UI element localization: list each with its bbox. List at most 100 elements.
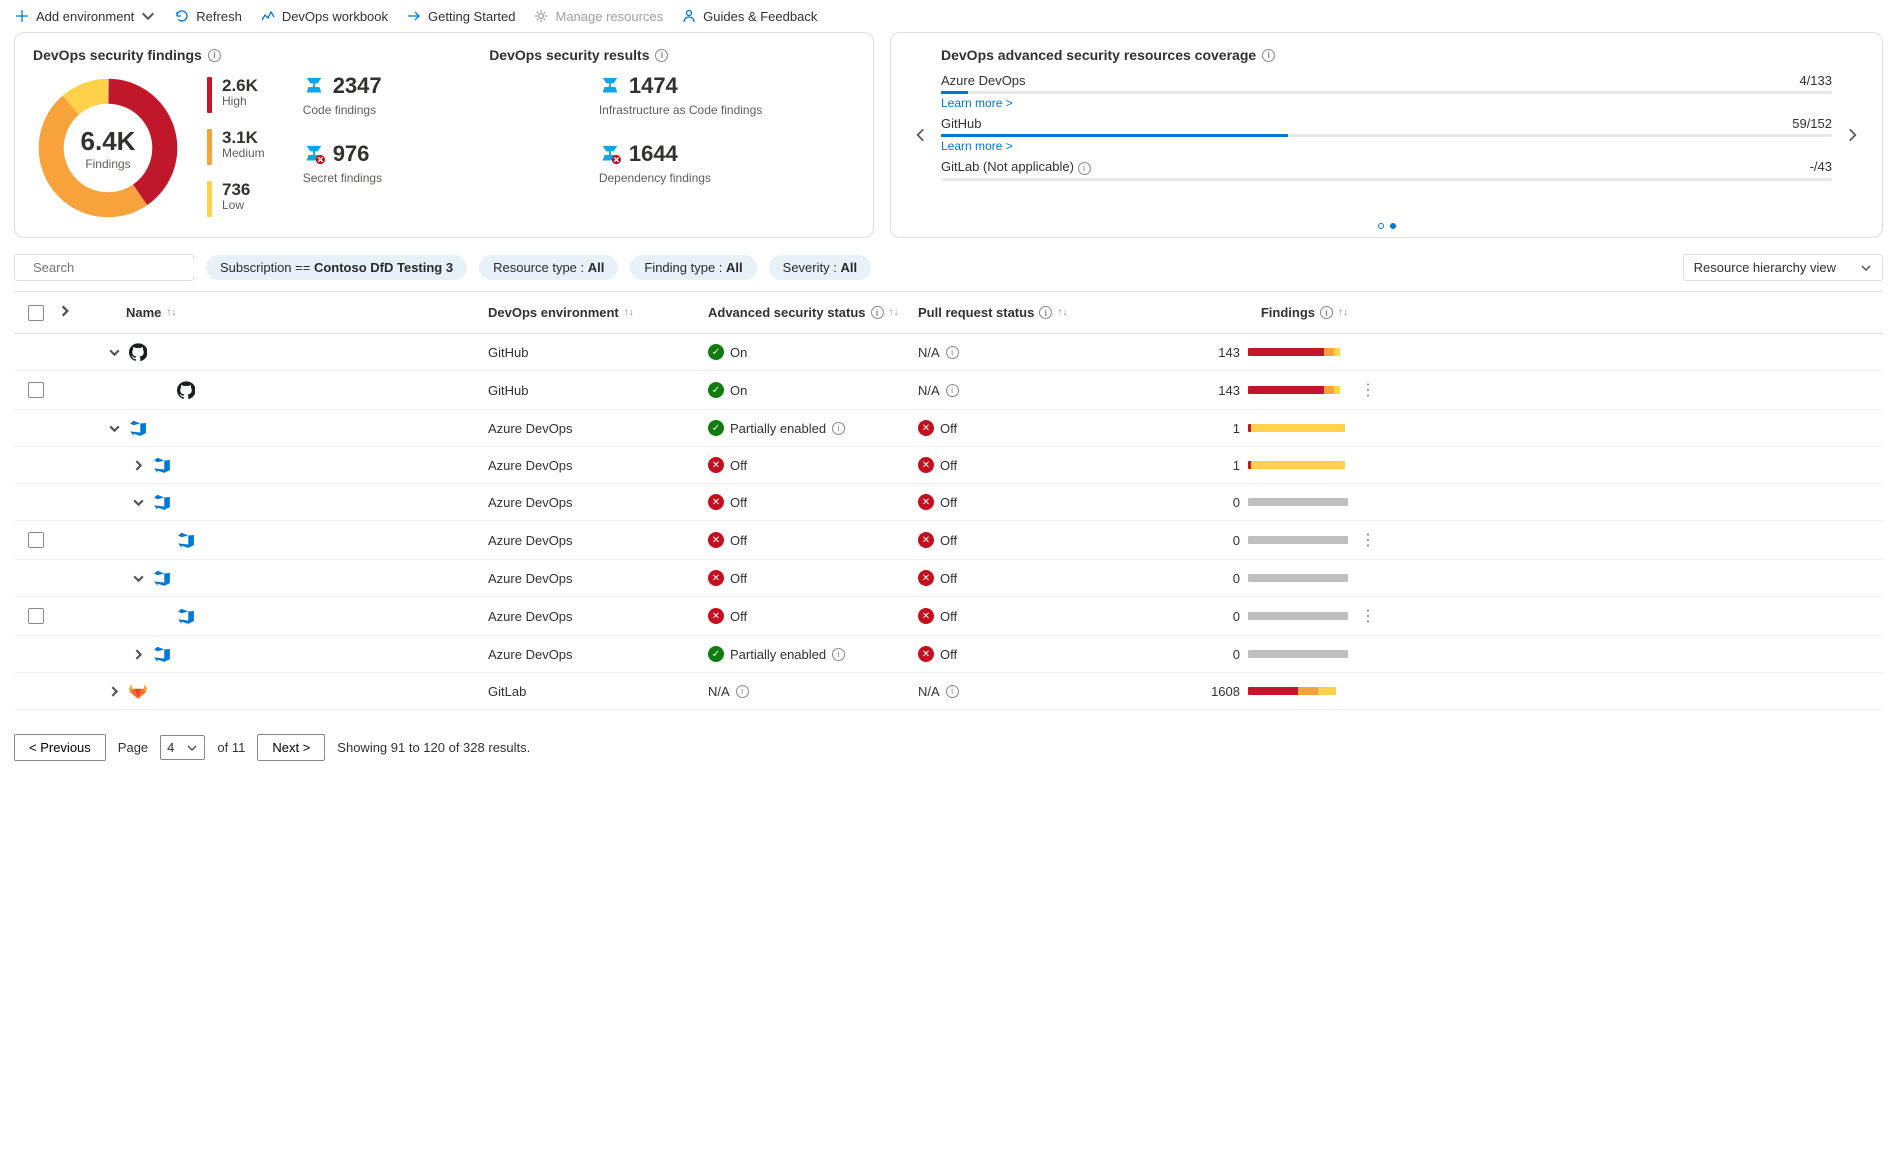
info-icon[interactable]: i: [832, 648, 845, 661]
carousel-next-button[interactable]: [1840, 126, 1864, 144]
info-icon[interactable]: i: [946, 346, 959, 359]
filter-chip-resource-type[interactable]: Resource type : All: [479, 255, 618, 280]
col-findings[interactable]: Findings: [1261, 305, 1315, 320]
row-more-button[interactable]: ⋮: [1348, 530, 1388, 550]
col-pr-status[interactable]: Pull request status: [918, 305, 1034, 320]
table-row[interactable]: Azure DevOps ✕Off ✕Off 1: [14, 447, 1883, 484]
legend-label: High: [222, 94, 258, 108]
legend-value: 736: [222, 181, 250, 198]
gitlab-icon: [129, 682, 147, 700]
col-adv-status[interactable]: Advanced security status: [708, 305, 866, 320]
refresh-button[interactable]: Refresh: [174, 8, 242, 24]
chevron-down-icon[interactable]: [108, 346, 121, 359]
row-findings-count: 0: [1204, 533, 1240, 548]
status-cell: ✕Off: [708, 608, 918, 624]
learn-more-link[interactable]: Learn more >: [941, 139, 1013, 153]
info-icon[interactable]: i: [832, 422, 845, 435]
search-box[interactable]: [14, 254, 194, 281]
chevron-right-icon[interactable]: [132, 648, 145, 661]
table-row[interactable]: Azure DevOps ✕Off ✕Off 0: [14, 560, 1883, 597]
result-tile[interactable]: 2347 Code findings: [303, 73, 559, 117]
info-icon[interactable]: i: [946, 685, 959, 698]
azure-devops-icon: [153, 569, 171, 587]
row-checkbox[interactable]: [28, 608, 44, 624]
status-cell: N/A i: [708, 684, 918, 699]
result-tile[interactable]: 1474 Infrastructure as Code findings: [599, 73, 855, 117]
coverage-row: Azure DevOps4/133 Learn more >: [941, 73, 1832, 110]
table-row[interactable]: Azure DevOps ✓Partially enabled i ✕Off 1: [14, 410, 1883, 447]
info-icon[interactable]: i: [946, 384, 959, 397]
carousel-dots: [1378, 223, 1396, 229]
row-name-cell: [88, 645, 488, 663]
view-selector[interactable]: Resource hierarchy view: [1683, 254, 1883, 281]
status-icon: ✕: [918, 494, 934, 510]
coverage-title-row: DevOps advanced security resources cover…: [941, 47, 1832, 63]
info-icon[interactable]: i: [1320, 306, 1333, 319]
guides-feedback-button[interactable]: Guides & Feedback: [681, 8, 817, 24]
chevron-down-icon[interactable]: [108, 422, 121, 435]
filter-chip-subscription[interactable]: Subscription == Contoso DfD Testing 3: [206, 255, 467, 280]
getting-started-button[interactable]: Getting Started: [406, 8, 515, 24]
info-icon[interactable]: i: [1039, 306, 1052, 319]
result-tile[interactable]: 1644 Dependency findings: [599, 141, 855, 185]
info-icon[interactable]: i: [1262, 49, 1275, 62]
search-input[interactable]: [31, 259, 211, 276]
filter-chip-finding-type[interactable]: Finding type : All: [630, 255, 756, 280]
info-icon[interactable]: i: [655, 49, 668, 62]
azure-icon: [303, 76, 325, 96]
azure-icon: [303, 144, 325, 164]
carousel-dot[interactable]: [1378, 223, 1384, 229]
chevron-right-icon[interactable]: [108, 685, 121, 698]
sort-icon: ↑↓: [1057, 307, 1067, 318]
result-tile[interactable]: 976 Secret findings: [303, 141, 559, 185]
table-row[interactable]: GitLab N/A i N/A i 1608: [14, 673, 1883, 710]
chevron-down-icon[interactable]: [132, 572, 145, 585]
carousel-prev-button[interactable]: [909, 126, 933, 144]
add-environment-button[interactable]: Add environment: [14, 8, 156, 24]
previous-button[interactable]: < Previous: [14, 734, 106, 761]
table-row[interactable]: GitHub ✓On N/A i 143: [14, 334, 1883, 371]
row-name-cell: [88, 456, 488, 474]
table-row[interactable]: Azure DevOps ✕Off ✕Off 0 ⋮: [14, 597, 1883, 636]
expand-all-icon[interactable]: [58, 304, 72, 318]
findings-bar: [1248, 574, 1348, 582]
row-checkbox[interactable]: [28, 382, 44, 398]
status-cell: ✓On: [708, 344, 918, 360]
status-cell: ✕Off: [918, 457, 1128, 473]
findings-bar: [1248, 650, 1348, 658]
info-icon[interactable]: i: [208, 49, 221, 62]
carousel-dot[interactable]: [1390, 223, 1396, 229]
info-icon[interactable]: i: [871, 306, 884, 319]
row-findings-count: 1608: [1204, 684, 1240, 699]
table-row[interactable]: Azure DevOps ✕Off ✕Off 0: [14, 484, 1883, 521]
learn-more-link[interactable]: Learn more >: [941, 96, 1013, 110]
table-row[interactable]: Azure DevOps ✓Partially enabled i ✕Off 0: [14, 636, 1883, 673]
legend-swatch: [207, 77, 212, 113]
table-row[interactable]: GitHub ✓On N/A i 143 ⋮: [14, 371, 1883, 410]
chevron-down-icon[interactable]: [132, 496, 145, 509]
col-env[interactable]: DevOps environment: [488, 305, 619, 320]
info-icon[interactable]: i: [1078, 162, 1091, 175]
row-checkbox[interactable]: [28, 532, 44, 548]
col-name[interactable]: Name: [126, 305, 161, 320]
next-button[interactable]: Next >: [257, 734, 325, 761]
status-cell: N/A i: [918, 345, 1128, 360]
devops-workbook-button[interactable]: DevOps workbook: [260, 8, 388, 24]
table-row[interactable]: Azure DevOps ✕Off ✕Off 0 ⋮: [14, 521, 1883, 560]
filter-chip-severity[interactable]: Severity : All: [769, 255, 871, 280]
row-findings-count: 143: [1204, 383, 1240, 398]
coverage-row: GitLab (Not applicable) i-/43: [941, 159, 1832, 181]
info-icon[interactable]: i: [736, 685, 749, 698]
status-icon: ✓: [708, 646, 724, 662]
chevron-right-icon[interactable]: [132, 459, 145, 472]
row-env: Azure DevOps: [488, 609, 708, 624]
azure-devops-icon: [177, 531, 195, 549]
row-more-button[interactable]: ⋮: [1348, 606, 1388, 626]
page-number-select[interactable]: 4: [160, 735, 205, 760]
select-all-checkbox[interactable]: [28, 305, 44, 321]
findings-bar: [1248, 348, 1348, 356]
row-env: Azure DevOps: [488, 458, 708, 473]
row-more-button[interactable]: ⋮: [1348, 380, 1388, 400]
results-title: DevOps security results: [489, 47, 649, 63]
findings-total-value: 6.4K: [81, 126, 136, 157]
